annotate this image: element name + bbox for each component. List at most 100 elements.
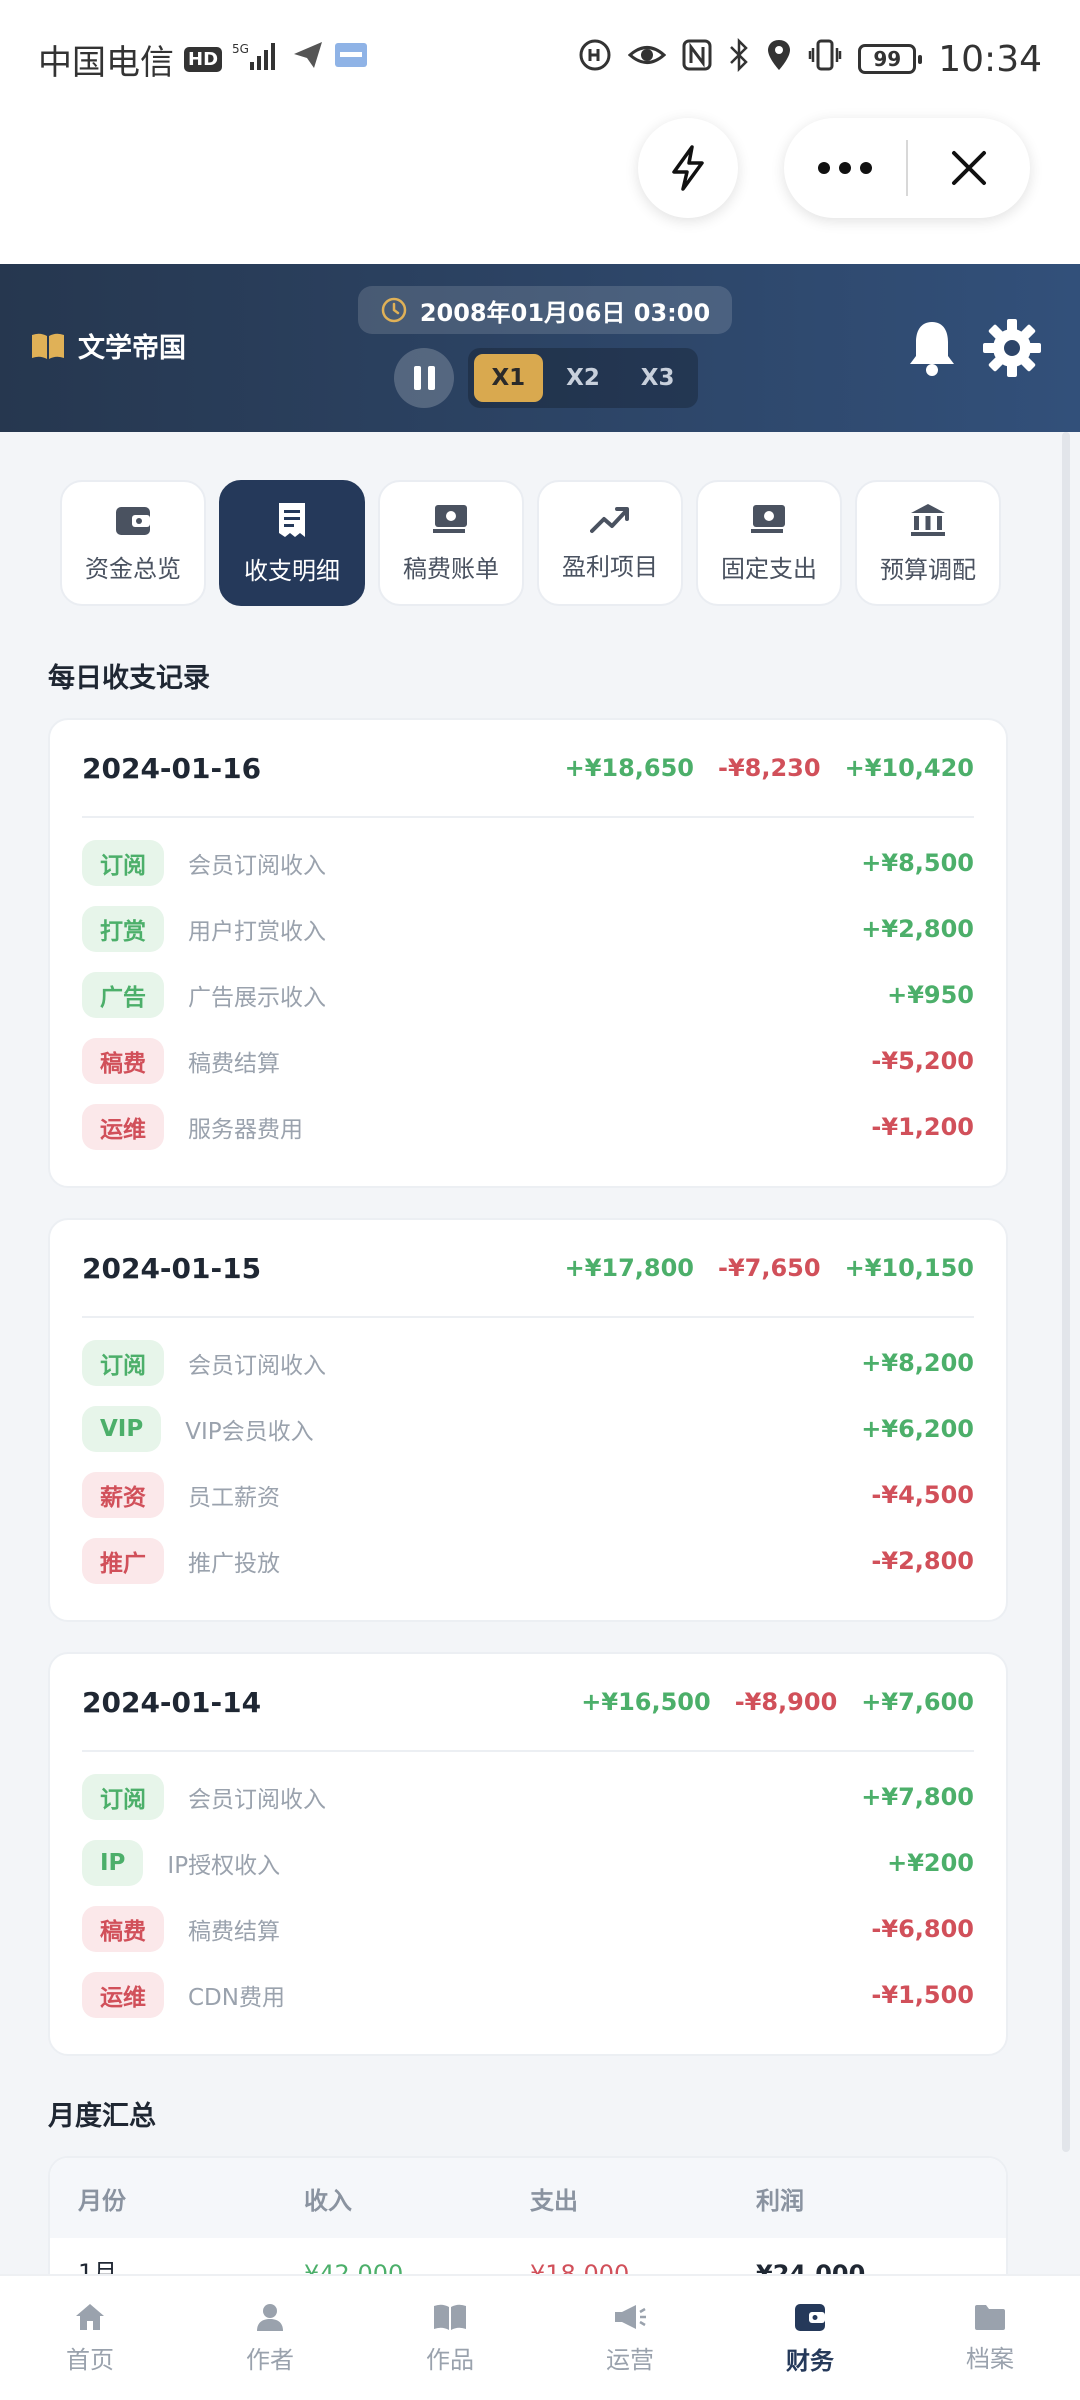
- speed-x2-button[interactable]: X2: [549, 354, 618, 402]
- wallet-icon: [795, 2303, 825, 2331]
- status-time: 10:34: [938, 38, 1042, 80]
- record-row: 广告 广告展示收入 +¥950: [82, 962, 974, 1028]
- record-desc: 员工薪资: [188, 1485, 280, 1511]
- tab-royalty-bill[interactable]: 稿费账单: [378, 480, 524, 606]
- record-amount: +¥200: [887, 1849, 974, 1877]
- eye-icon: [627, 40, 667, 78]
- tab-label: 稿费账单: [403, 554, 499, 583]
- speed-selector: X1 X2 X3: [468, 348, 698, 408]
- hd-badge: HD: [184, 46, 223, 72]
- nav-home[interactable]: 首页: [0, 2276, 180, 2400]
- record-amount: -¥4,500: [871, 1481, 974, 1509]
- nav-label: 作者: [246, 2345, 294, 2374]
- day-summary: +¥16,500 -¥8,900 +¥7,600: [581, 1688, 974, 1716]
- payments-icon: [751, 504, 785, 533]
- tab-fixed-expense[interactable]: 固定支出: [696, 480, 842, 606]
- tab-budget-allocation[interactable]: 预算调配: [855, 480, 1001, 606]
- capsule-menu: [784, 118, 1030, 218]
- day-income: +¥16,500: [581, 1688, 711, 1716]
- lightning-button[interactable]: [638, 118, 738, 218]
- day-card: 2024-01-16 +¥18,650 -¥8,230 +¥10,420 订阅会…: [48, 718, 1008, 1188]
- more-button[interactable]: [784, 118, 906, 218]
- svg-text:5G: 5G: [232, 42, 249, 56]
- settings-button[interactable]: [980, 316, 1044, 380]
- column-header-expense: 支出: [530, 2186, 578, 2215]
- location-icon: [766, 38, 792, 80]
- capsule-bar: [0, 118, 1080, 264]
- record-amount: -¥2,800: [871, 1547, 974, 1575]
- record-tag: 运维: [82, 1104, 164, 1150]
- nav-archive[interactable]: 档案: [900, 2276, 1080, 2400]
- nav-works[interactable]: 作品: [360, 2276, 540, 2400]
- brand: 文学帝国: [30, 326, 186, 365]
- close-button[interactable]: [908, 118, 1030, 218]
- megaphone-icon: [615, 2304, 646, 2329]
- column-header-profit: 利润: [756, 2186, 804, 2215]
- speed-x1-button[interactable]: X1: [474, 354, 543, 402]
- status-bar: 中国电信 HD 5G 99 10:34: [0, 0, 1080, 118]
- record-row: IP IP授权收入 +¥200: [82, 1830, 974, 1896]
- record-desc: 会员订阅收入: [188, 1787, 326, 1813]
- day-records: 订阅 会员订阅收入 +¥8,200 VIP VIP会员收入 +¥6,200 薪资 员工薪资…: [50, 1318, 1006, 1594]
- record-amount: +¥6,200: [861, 1415, 974, 1443]
- nav-authors[interactable]: 作者: [180, 2276, 360, 2400]
- day-card: 2024-01-15 +¥17,800 -¥7,650 +¥10,150 订阅会…: [48, 1218, 1008, 1622]
- day-income: +¥18,650: [564, 754, 694, 782]
- record-amount: +¥950: [887, 981, 974, 1009]
- day-card-header: 2024-01-16 +¥18,650 -¥8,230 +¥10,420: [82, 720, 974, 818]
- record-tag: 广告: [82, 972, 164, 1018]
- record-row: 稿费 稿费结算 -¥5,200: [82, 1028, 974, 1094]
- record-row: 订阅 会员订阅收入 +¥7,800: [82, 1764, 974, 1830]
- day-card-header: 2024-01-15 +¥17,800 -¥7,650 +¥10,150: [82, 1220, 974, 1318]
- send-icon: [292, 39, 324, 79]
- record-tag: 打赏: [82, 906, 164, 952]
- tab-income-expense-detail[interactable]: 收支明细: [219, 480, 365, 606]
- battery-icon: 99: [858, 44, 923, 74]
- more-dots-icon: [818, 162, 872, 174]
- record-row: 订阅 会员订阅收入 +¥8,500: [82, 830, 974, 896]
- speed-x3-button[interactable]: X3: [623, 354, 692, 402]
- vibrate-icon: [808, 39, 842, 79]
- scrollbar[interactable]: [1062, 432, 1070, 2152]
- record-tag: 推广: [82, 1538, 164, 1584]
- carrier-info: 中国电信 HD 5G: [38, 35, 368, 84]
- record-row: 推广 推广投放 -¥2,800: [82, 1528, 974, 1594]
- open-book-icon: [32, 333, 64, 359]
- record-tag: 稿费: [82, 1038, 164, 1084]
- carrier-name: 中国电信: [38, 42, 174, 83]
- daily-records-title: 每日收支记录: [48, 663, 210, 694]
- day-summary: +¥17,800 -¥7,650 +¥10,150: [565, 1254, 974, 1282]
- tab-label: 预算调配: [880, 555, 976, 584]
- record-desc: 稿费结算: [188, 1919, 280, 1945]
- record-amount: -¥5,200: [871, 1047, 974, 1075]
- day-net: +¥10,150: [844, 1254, 974, 1282]
- nav-label: 运营: [606, 2345, 654, 2374]
- nfc-icon: [682, 39, 712, 79]
- record-tag: 稿费: [82, 1906, 164, 1952]
- tab-profit-projects[interactable]: 盈利项目: [537, 480, 683, 606]
- cash-icon: [433, 504, 467, 533]
- home-icon: [76, 2303, 104, 2330]
- book-icon: [434, 2304, 466, 2330]
- record-amount: +¥8,500: [861, 849, 974, 877]
- tab-label: 固定支出: [721, 554, 817, 583]
- day-date: 2024-01-14: [82, 1685, 262, 1719]
- record-row: 订阅 会员订阅收入 +¥8,200: [82, 1330, 974, 1396]
- notification-button[interactable]: [900, 316, 964, 380]
- pause-button[interactable]: [394, 348, 454, 408]
- table-header: 月份 收入 支出 利润: [50, 2158, 1006, 2238]
- nav-operations[interactable]: 运营: [540, 2276, 720, 2400]
- record-amount: +¥7,800: [861, 1783, 974, 1811]
- nav-finance[interactable]: 财务: [720, 2276, 900, 2400]
- day-net: +¥7,600: [861, 1688, 974, 1716]
- clock-icon: [381, 297, 407, 323]
- record-amount: -¥1,500: [871, 1981, 974, 2009]
- tab-fund-overview[interactable]: 资金总览: [60, 480, 206, 606]
- record-tag: VIP: [82, 1406, 162, 1452]
- wallet-icon: [116, 506, 150, 535]
- record-tag: 薪资: [82, 1472, 164, 1518]
- record-desc: 会员订阅收入: [188, 1353, 326, 1379]
- column-header-income: 收入: [304, 2186, 352, 2215]
- record-desc: 会员订阅收入: [188, 853, 326, 879]
- record-desc: IP授权收入: [167, 1853, 281, 1879]
